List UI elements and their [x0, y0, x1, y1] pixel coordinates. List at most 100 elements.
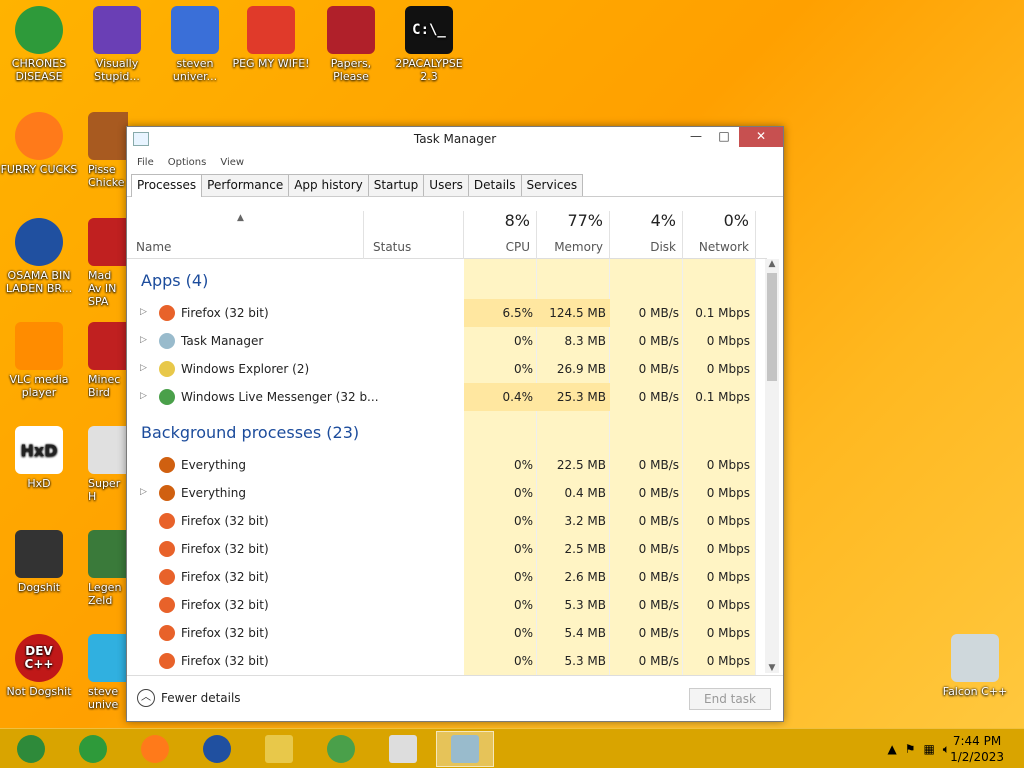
desktop-icon[interactable]: Falcon C++	[936, 634, 1014, 698]
desktop-icon[interactable]: Visually Stupid...	[78, 6, 156, 83]
taskbar-button[interactable]	[374, 731, 432, 767]
tab-performance[interactable]: Performance	[201, 174, 290, 196]
cpu-value: 0%	[513, 626, 533, 640]
column-cpu[interactable]: 8% CPU	[464, 211, 537, 259]
messenger-icon	[159, 389, 175, 405]
table-row[interactable]: ▷ Firefox (32 bit) 6.5% 124.5 MB 0 MB/s 0.1 M…	[127, 299, 757, 327]
network-value: 0 Mbps	[706, 626, 750, 640]
cpu-value: 6.5%	[502, 306, 534, 320]
cpu-value: 0%	[513, 362, 533, 376]
taskbar-button[interactable]	[126, 731, 184, 767]
taskbar-button[interactable]	[250, 731, 308, 767]
desktop-icon[interactable]: CHRONES DISEASE	[0, 6, 78, 83]
desktop-icon[interactable]: VLC media player	[0, 322, 78, 399]
table-row[interactable]: Firefox (32 bit) 0% 3.2 MB 0 MB/s 0 Mbps	[127, 507, 757, 535]
process-name: Firefox (32 bit)	[181, 570, 269, 584]
expand-chevron-icon[interactable]: ▷	[140, 487, 147, 497]
column-network[interactable]: 0% Network	[683, 211, 756, 259]
scroll-up-icon[interactable]: ▲	[765, 259, 779, 269]
firefox-icon	[15, 112, 63, 160]
fewer-details-button[interactable]: ︿ Fewer details	[137, 689, 241, 707]
tab-details[interactable]: Details	[467, 174, 522, 196]
desktop-icon[interactable]: steve unive	[88, 634, 128, 711]
desktop-icon[interactable]: Mad Av IN SPA	[88, 218, 128, 308]
tab-startup[interactable]: Startup	[367, 174, 425, 196]
end-task-button[interactable]: End task	[689, 688, 771, 710]
desktop-icon[interactable]: HxD HxD	[0, 426, 78, 490]
scroll-down-icon[interactable]: ▼	[765, 663, 779, 673]
game-icon	[88, 112, 128, 160]
close-button[interactable]: ✕	[739, 127, 783, 147]
desktop-icon[interactable]: DEV C++ Not Dogshit	[0, 634, 78, 698]
taskbar-button[interactable]	[64, 731, 122, 767]
desktop-icon[interactable]: Legen Zeld	[88, 530, 128, 607]
desktop-icon-label: Visually Stupid...	[94, 57, 140, 83]
cpu-label: CPU	[505, 240, 530, 254]
taskbar-button[interactable]	[312, 731, 370, 767]
desktop-icon[interactable]: Dogshit	[0, 530, 78, 594]
steven-universe-icon	[171, 6, 219, 54]
column-name[interactable]: ▲ Name	[127, 211, 364, 259]
desktop-icon[interactable]: FURRY CUCKS	[0, 112, 78, 176]
disk-value: 0 MB/s	[638, 598, 679, 612]
vertical-scrollbar[interactable]: ▲ ▼	[765, 259, 779, 673]
scrollbar-thumb[interactable]	[767, 273, 777, 381]
volume-icon[interactable]: 🔈︎	[943, 742, 950, 757]
table-row[interactable]: ▷ Windows Explorer (2) 0% 26.9 MB 0 MB/s 0 Mb…	[127, 355, 757, 383]
table-row[interactable]: Firefox (32 bit) 0% 5.4 MB 0 MB/s 0 Mbps	[127, 619, 757, 647]
menu-view[interactable]: View	[220, 157, 244, 168]
tab-processes[interactable]: Processes	[131, 174, 203, 197]
disk-label: Disk	[650, 240, 676, 254]
desktop-icon-label: 2PACALYPSE 2.3	[395, 57, 463, 83]
taskbar-button[interactable]	[436, 731, 494, 767]
desktop-icon[interactable]: PEG MY WIFE!	[232, 6, 310, 70]
desktop-icon-label: Not Dogshit	[6, 685, 72, 698]
column-disk[interactable]: 4% Disk	[610, 211, 683, 259]
expand-chevron-icon[interactable]: ▷	[140, 391, 147, 401]
network-icon[interactable]: ▦	[923, 742, 934, 757]
expand-chevron-icon[interactable]: ▷	[140, 335, 147, 345]
desktop-icon[interactable]: Papers, Please	[312, 6, 390, 83]
disk-value: 0 MB/s	[638, 334, 679, 348]
process-name: Windows Explorer (2)	[181, 362, 310, 376]
column-memory[interactable]: 77% Memory	[537, 211, 610, 259]
desktop-icon-label: steven univer...	[172, 57, 218, 83]
menu-options[interactable]: Options	[168, 157, 207, 168]
desktop-icon[interactable]: Super H	[88, 426, 128, 503]
table-row[interactable]: Firefox (32 bit) 0% 2.5 MB 0 MB/s 0 Mbps	[127, 535, 757, 563]
tray-overflow-icon[interactable]: ▲	[887, 742, 896, 757]
flag-icon[interactable]: ⚑	[905, 742, 916, 757]
table-row[interactable]: Everything 0% 22.5 MB 0 MB/s 0 Mbps	[127, 451, 757, 479]
vlc-cone-icon	[15, 322, 63, 370]
tab-users[interactable]: Users	[423, 174, 469, 196]
title-bar[interactable]: Task Manager — □ ✕	[127, 127, 783, 153]
table-row[interactable]: Firefox (32 bit) 0% 2.6 MB 0 MB/s 0 Mbps	[127, 563, 757, 591]
table-row[interactable]: ▷ Everything 0% 0.4 MB 0 MB/s 0 Mbps	[127, 479, 757, 507]
tab-app-history[interactable]: App history	[288, 174, 369, 196]
expand-chevron-icon[interactable]: ▷	[140, 307, 147, 317]
expand-chevron-icon[interactable]: ▷	[140, 363, 147, 373]
table-row[interactable]: ▷ Task Manager 0% 8.3 MB 0 MB/s 0 Mbps	[127, 327, 757, 355]
disk-value: 0 MB/s	[638, 514, 679, 528]
column-status[interactable]: Status	[364, 211, 464, 259]
desktop-icon[interactable]: steven univer...	[156, 6, 234, 83]
taskbar-button[interactable]	[2, 731, 60, 767]
desktop-icon[interactable]: C:\_ 2PACALYPSE 2.3	[390, 6, 468, 83]
maximize-button[interactable]: □	[709, 127, 739, 147]
firefox-icon	[159, 569, 175, 585]
memory-value: 22.5 MB	[556, 458, 606, 472]
column-status-label: Status	[373, 240, 412, 254]
menu-file[interactable]: File	[137, 157, 154, 168]
desktop-icon[interactable]: Pisse Chicke	[88, 112, 128, 189]
minimize-button[interactable]: —	[681, 127, 711, 147]
table-row[interactable]: Firefox (32 bit) 0% 5.3 MB 0 MB/s 0 Mbps	[127, 591, 757, 619]
desktop-icon[interactable]: Minec Bird	[88, 322, 128, 399]
clock[interactable]: 7:44 PM 1/2/2023	[950, 733, 1004, 765]
tab-services[interactable]: Services	[520, 174, 584, 196]
table-row[interactable]: Firefox (32 bit) 0% 5.3 MB 0 MB/s 0 Mbps	[127, 647, 757, 675]
process-name: Firefox (32 bit)	[181, 542, 269, 556]
desktop-icon-label: HxD	[27, 477, 51, 490]
desktop-icon[interactable]: OSAMA BIN LADEN BR...	[0, 218, 78, 295]
table-row[interactable]: ▷ Windows Live Messenger (32 b... 0.4% 25.3…	[127, 383, 757, 411]
taskbar-button[interactable]	[188, 731, 246, 767]
